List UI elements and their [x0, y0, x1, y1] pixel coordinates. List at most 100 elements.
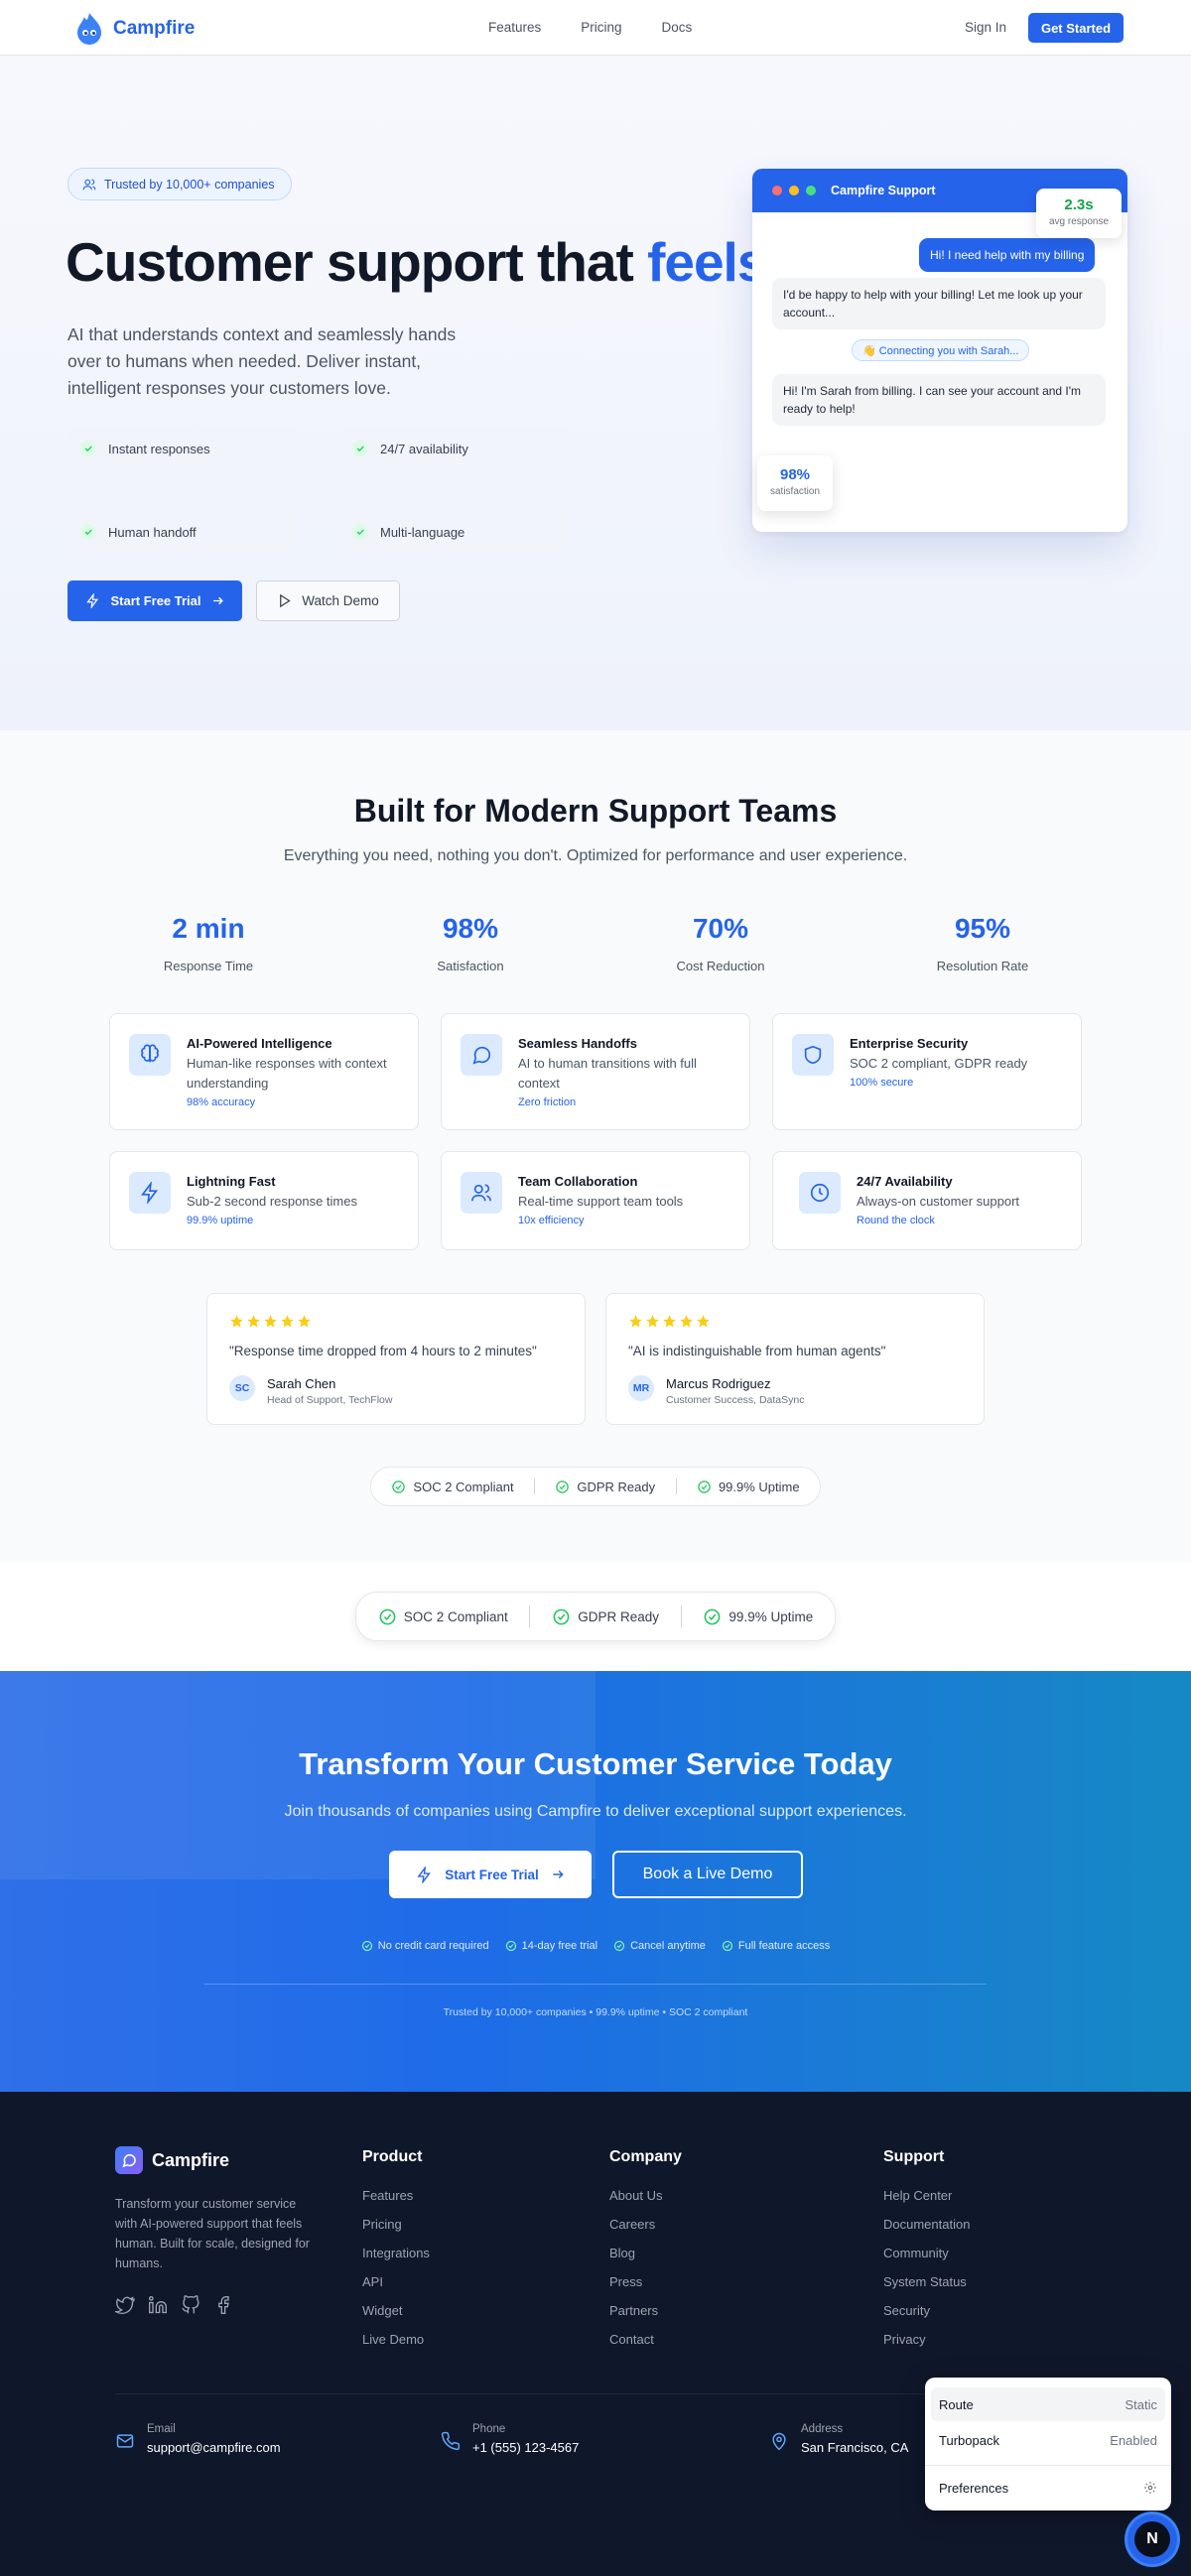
footer-link[interactable]: About Us [609, 2188, 682, 2217]
clock-icon [799, 1172, 841, 1214]
testimonial-role: Customer Success, DataSync [666, 1394, 805, 1406]
dev-route-label: Route [939, 2396, 974, 2412]
footer-link[interactable]: Blog [609, 2246, 682, 2274]
dev-preferences-row[interactable]: Preferences [931, 2471, 1165, 2505]
book-demo-button[interactable]: Book a Live Demo [612, 1851, 803, 1898]
footer-logo[interactable]: Campfire [115, 2146, 229, 2174]
start-free-trial-label: Start Free Trial [110, 593, 201, 608]
features-subtitle: Everything you need, nothing you don't. … [283, 847, 908, 864]
linkedin-icon[interactable] [148, 2295, 168, 2315]
features-title: Built for Modern Support Teams [353, 793, 838, 829]
chat-message-bot: I'd be happy to help with your billing! … [772, 278, 1106, 329]
divider [680, 1606, 682, 1627]
footer-link[interactable]: Pricing [362, 2217, 430, 2246]
perk: 14-day free trial [505, 1940, 597, 1952]
twitter-icon[interactable] [115, 2295, 135, 2315]
footer-link[interactable]: Press [609, 2274, 682, 2303]
footer-link[interactable]: Security [883, 2303, 970, 2332]
footer-link[interactable]: Help Center [883, 2188, 970, 2217]
feature-card-metric: Round the clock [857, 1215, 935, 1226]
check-circle-icon [505, 1940, 516, 1952]
perk: No credit card required [361, 1940, 489, 1952]
check-icon [352, 441, 368, 456]
flame-logo-icon [77, 13, 101, 45]
footer-brand: Campfire [152, 2149, 230, 2170]
metric-label: Satisfaction [437, 959, 504, 973]
contact-phone[interactable]: Phone +1 (555) 123-4567 [441, 2423, 579, 2455]
star-icon [230, 1315, 243, 1328]
footer-link[interactable]: Contact [609, 2332, 682, 2361]
star-icon [629, 1315, 642, 1328]
footer-link[interactable]: Documentation [883, 2217, 970, 2246]
avatar: MR [628, 1375, 654, 1401]
dev-preferences-label: Preferences [939, 2480, 1009, 2496]
footer-column-product: Product Features Pricing Integrations AP… [362, 2148, 430, 2361]
perk-label: Full feature access [737, 1940, 831, 1952]
trust-badge-label: 99.9% Uptime [718, 1479, 800, 1494]
feature-card-title: Lightning Fast [187, 1174, 276, 1189]
trust-badge: GDPR Ready [552, 1608, 659, 1626]
footer-link[interactable]: Privacy [883, 2332, 970, 2361]
feature-chip-label: Multi-language [380, 524, 465, 540]
cta-fine-print: Trusted by 10,000+ companies • 99.9% upt… [443, 2006, 748, 2018]
metric-value: 95% [954, 913, 1011, 944]
dev-turbopack-row[interactable]: Turbopack Enabled [931, 2423, 1165, 2457]
footer-link[interactable]: Integrations [362, 2246, 430, 2274]
dev-route-row[interactable]: Route Static [931, 2387, 1165, 2421]
footer-link[interactable]: API [362, 2274, 430, 2303]
footer-link[interactable]: Features [362, 2188, 430, 2217]
satisfaction-label: satisfaction [769, 486, 821, 497]
chat-bubble-icon [115, 2146, 143, 2174]
feature-card: Lightning Fast Sub-2 second response tim… [109, 1151, 419, 1250]
hero-title-start: Customer support that [66, 231, 648, 293]
cta-start-trial-button[interactable]: Start Free Trial [389, 1851, 592, 1898]
check-circle-icon [722, 1940, 733, 1952]
facebook-icon[interactable] [213, 2295, 233, 2315]
footer-link[interactable]: Live Demo [362, 2332, 430, 2361]
metric-value: 98% [442, 913, 499, 944]
start-free-trial-button[interactable]: Start Free Trial [67, 580, 242, 621]
trust-badges: SOC 2 Compliant GDPR Ready 99.9% Uptime [370, 1467, 821, 1506]
feature-chip-label: Instant responses [108, 441, 210, 456]
chat-message-bot: Hi! I'm Sarah from billing. I can see yo… [772, 374, 1106, 426]
chat-widget-preview: Campfire Support Hi! I need help with my… [752, 169, 1127, 532]
nav-link-docs[interactable]: Docs [662, 20, 693, 35]
feature-card-title: Team Collaboration [518, 1174, 638, 1189]
nav-links: Features Pricing Docs [488, 20, 692, 35]
feature-card: Team Collaboration Real-time support tea… [441, 1151, 750, 1250]
cta-title: Transform Your Customer Service Today [299, 1746, 892, 1781]
footer-link[interactable]: Careers [609, 2217, 682, 2246]
users-icon [82, 178, 96, 190]
metric-label: Response Time [163, 959, 254, 973]
footer-link[interactable]: Partners [609, 2303, 682, 2332]
nav-link-features[interactable]: Features [488, 20, 541, 35]
star-icon [680, 1315, 693, 1328]
contact-address[interactable]: Address San Francisco, CA [769, 2423, 908, 2455]
feature-card-desc: Always-on customer support [857, 1194, 1020, 1209]
feature-card: 24/7 Availability Always-on customer sup… [772, 1151, 1082, 1250]
github-icon[interactable] [181, 2295, 200, 2315]
trust-badge: GDPR Ready [555, 1480, 655, 1494]
contact-value: San Francisco, CA [801, 2440, 909, 2455]
feature-card-desc: Real-time support team tools [518, 1194, 684, 1209]
get-started-button[interactable]: Get Started [1028, 13, 1124, 43]
star-icon [264, 1315, 277, 1328]
footer-column-title: Company [609, 2148, 682, 2165]
feature-chip: 24/7 availability [339, 429, 568, 468]
divider [533, 1479, 535, 1494]
window-dot-green [806, 186, 816, 195]
dev-tools-toggle-button[interactable]: N [1127, 2514, 1177, 2564]
logo[interactable]: Campfire [73, 12, 195, 46]
sign-in-link[interactable]: Sign In [965, 20, 1006, 35]
contact-email[interactable]: Email support@campfire.com [115, 2423, 281, 2455]
divider [925, 2465, 1171, 2466]
avg-response-card: 2.3s avg response [1036, 189, 1122, 238]
nav-link-pricing[interactable]: Pricing [581, 20, 621, 35]
footer-link[interactable]: Widget [362, 2303, 430, 2332]
trust-badge-label: SOC 2 Compliant [413, 1479, 514, 1494]
feature-card-desc: AI to human transitions with full contex… [518, 1056, 697, 1091]
footer-link[interactable]: System Status [883, 2274, 970, 2303]
watch-demo-button[interactable]: Watch Demo [256, 580, 400, 621]
footer-link[interactable]: Community [883, 2246, 970, 2274]
metric-label: Resolution Rate [936, 959, 1029, 973]
